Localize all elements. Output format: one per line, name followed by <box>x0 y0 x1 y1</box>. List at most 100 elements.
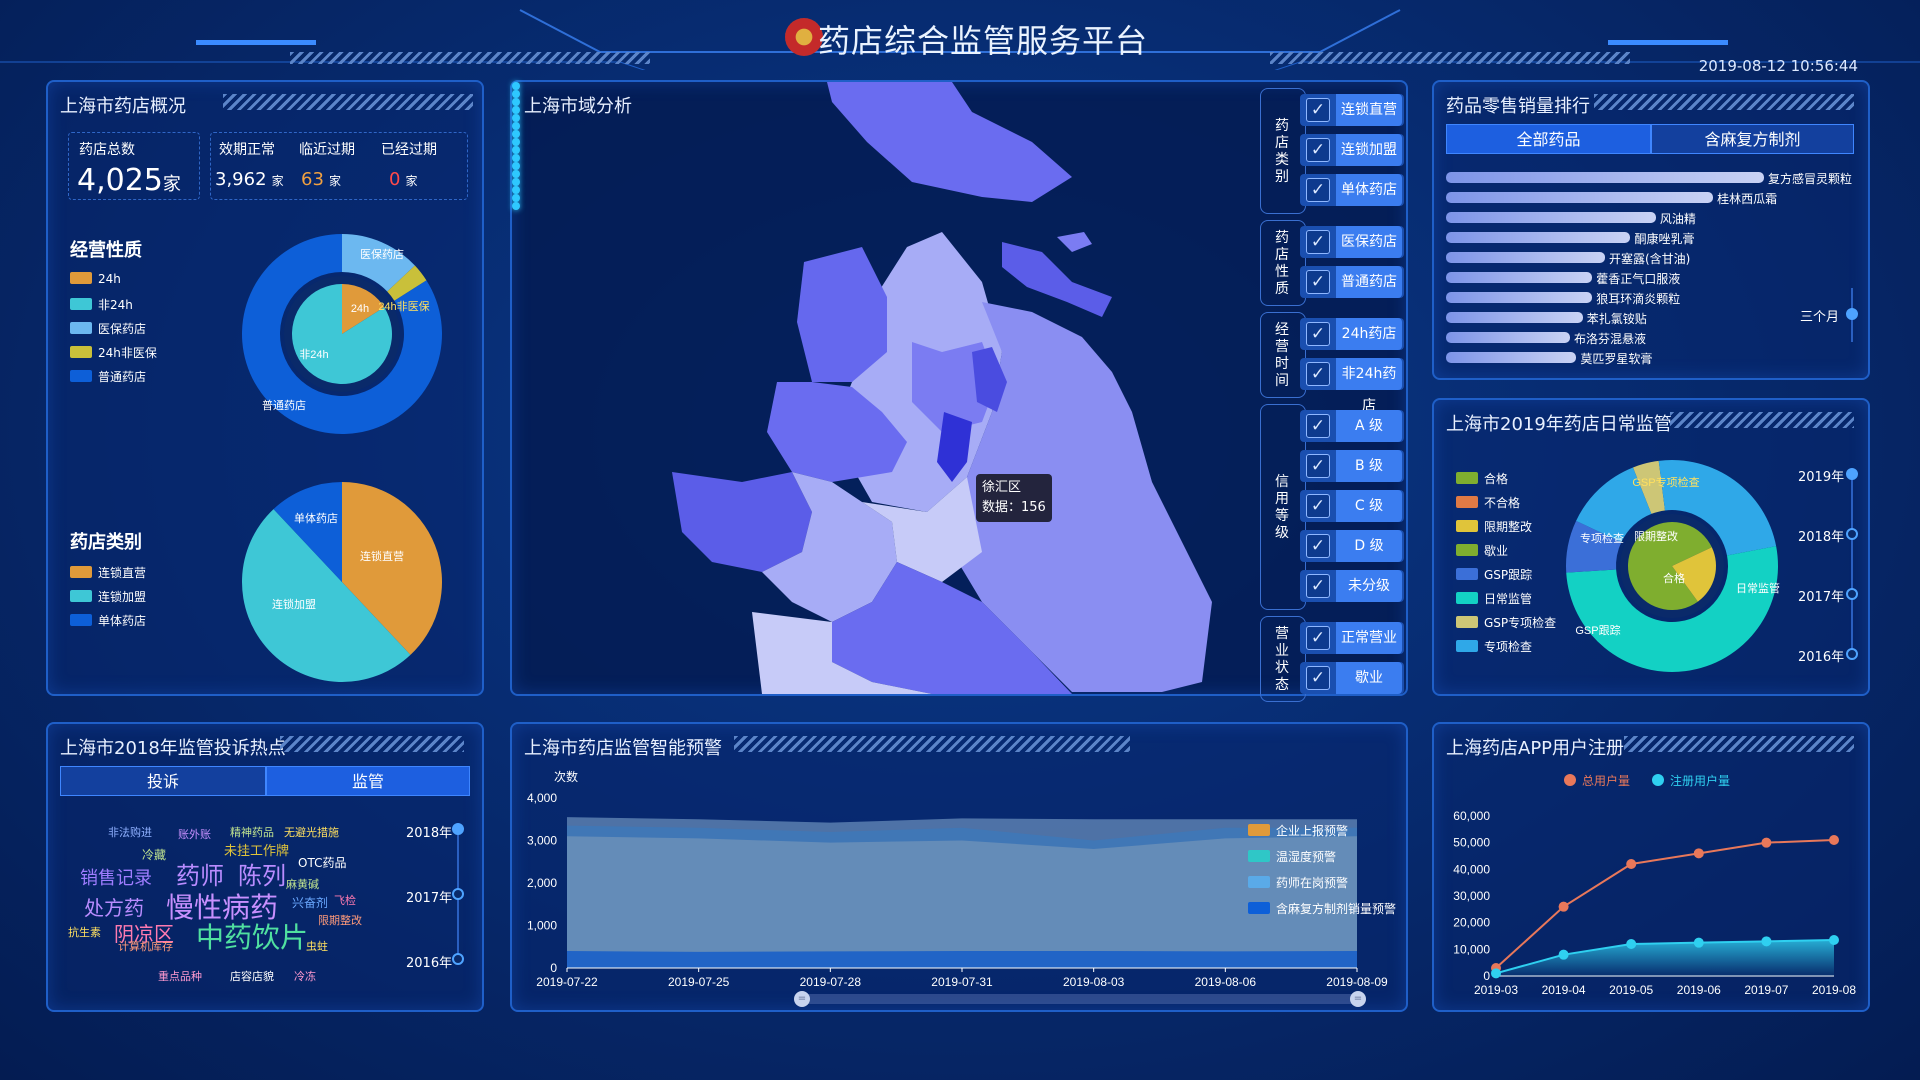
filter-checkbox[interactable]: ✓ A 级 <box>1300 410 1404 442</box>
x-tick-label: 2019-05 <box>1609 983 1653 997</box>
filter-checkbox-label: 正常营业 <box>1336 622 1402 654</box>
ranking-bar[interactable] <box>1446 292 1593 303</box>
zoom-slider-track[interactable] <box>800 994 1360 1004</box>
line-point[interactable] <box>1829 835 1839 845</box>
filter-checkbox[interactable]: ✓ D 级 <box>1300 530 1404 562</box>
line-point[interactable] <box>1829 935 1839 945</box>
map-region-chongming[interactable] <box>827 82 1072 202</box>
x-tick-label: 2019-07-31 <box>931 975 993 989</box>
area-series[interactable] <box>567 951 1357 968</box>
line-point[interactable] <box>1558 901 1569 912</box>
category-label-direct: 连锁直营 <box>360 549 404 563</box>
ranking-bar[interactable] <box>1446 272 1593 283</box>
tab-compound-drugs[interactable]: 含麻复方制剂 <box>1651 124 1854 154</box>
ranking-bar-label: 酮康唑乳膏 <box>1634 232 1695 246</box>
title-hatch <box>280 736 464 752</box>
filter-checkbox[interactable]: ✓ 医保药店 <box>1300 226 1404 258</box>
line-point[interactable] <box>1761 936 1772 947</box>
daily-label-pass: 合格 <box>1663 571 1685 585</box>
ranking-bar[interactable] <box>1446 232 1631 243</box>
filter-checkbox[interactable]: ✓ 未分级 <box>1300 570 1404 602</box>
word-cloud-term[interactable]: 限期整改 <box>318 912 362 928</box>
legend-item: 歇业 <box>1456 542 1508 559</box>
legend-swatch <box>1456 616 1478 628</box>
word-cloud-term[interactable]: 销售记录 <box>80 864 152 890</box>
line-point[interactable] <box>1491 968 1501 979</box>
timeline-year-dot[interactable] <box>1846 588 1858 600</box>
line-point[interactable] <box>1693 848 1704 859</box>
filter-checkbox[interactable]: ✓ 非24h药店 <box>1300 358 1404 414</box>
tab-all-drugs[interactable]: 全部药品 <box>1446 124 1651 154</box>
filter-checkbox[interactable]: ✓ 连锁直营 <box>1300 94 1404 126</box>
word-cloud-term[interactable]: 计算机库存 <box>118 938 173 954</box>
category-label-single: 单体药店 <box>294 511 338 525</box>
legend-item: 单体药店 <box>70 612 146 629</box>
legend-item: 普通药店 <box>70 368 146 385</box>
legend-item: 专项检查 <box>1456 638 1532 655</box>
word-cloud-term[interactable]: OTC药品 <box>298 854 346 871</box>
zoom-handle-left[interactable]: = <box>794 991 810 1007</box>
word-cloud-term[interactable]: 店容店貌 <box>230 968 274 984</box>
map-region-islet[interactable] <box>1057 232 1092 252</box>
legend-item: 企业上报预警 <box>1248 822 1348 839</box>
ranking-bar[interactable] <box>1446 192 1714 203</box>
filter-checkbox[interactable]: ✓ B 级 <box>1300 450 1404 482</box>
tab-supervision[interactable]: 监管 <box>266 766 470 796</box>
word-cloud-term[interactable]: 抗生素 <box>68 924 101 940</box>
timeline-year-dot[interactable] <box>452 823 464 835</box>
shanghai-map <box>672 82 1212 694</box>
filter-checkbox[interactable]: ✓ 歇业 <box>1300 662 1404 694</box>
line-point[interactable] <box>1693 937 1704 948</box>
line-point[interactable] <box>1761 837 1772 848</box>
daily-label-special: 专项检查 <box>1580 531 1624 545</box>
area-series[interactable] <box>567 836 1357 968</box>
word-cloud-term[interactable]: 冷冻 <box>294 968 316 984</box>
word-cloud-term[interactable]: 重点品种 <box>158 968 202 984</box>
ranking-bar[interactable] <box>1446 352 1577 363</box>
line-point[interactable] <box>1558 949 1569 960</box>
filter-checkbox-label: 连锁加盟 <box>1336 134 1402 166</box>
word-cloud-term[interactable]: 无避光措施 <box>284 824 339 840</box>
period-slider[interactable] <box>1846 308 1858 320</box>
ranking-bar[interactable] <box>1446 172 1764 183</box>
word-cloud-term[interactable]: 中药饮片 <box>196 916 308 956</box>
legend-swatch <box>1248 850 1270 862</box>
filter-group-label: 信用等级 <box>1275 474 1289 541</box>
filter-checkbox[interactable]: ✓ 单体药店 <box>1300 174 1404 206</box>
word-cloud-term[interactable]: 兴奋剂 <box>292 894 328 911</box>
y-tick-label: 50,000 <box>1453 836 1490 850</box>
filter-checkbox[interactable]: ✓ C 级 <box>1300 490 1404 522</box>
word-cloud-term[interactable]: 账外账 <box>178 826 211 842</box>
word-cloud-term[interactable]: 飞检 <box>334 892 356 908</box>
timeline-year-dot[interactable] <box>1846 528 1858 540</box>
timeline-year-dot[interactable] <box>1846 468 1858 480</box>
line-point[interactable] <box>1626 939 1637 949</box>
word-cloud-term[interactable]: 处方药 <box>84 892 144 921</box>
map-region-qingpu[interactable] <box>672 472 812 572</box>
word-cloud-term[interactable]: 非法购进 <box>108 824 152 840</box>
filter-checkbox[interactable]: ✓ 24h药店 <box>1300 318 1404 350</box>
filter-checkbox-label: C 级 <box>1336 490 1402 522</box>
filter-checkbox[interactable]: ✓ 普通药店 <box>1300 266 1404 298</box>
timeline-year-dot[interactable] <box>452 888 464 900</box>
ranking-bar[interactable] <box>1446 332 1571 343</box>
filter-group-label: 药店类别 <box>1275 118 1289 185</box>
word-cloud-term[interactable]: 虫蛀 <box>306 938 328 954</box>
legend-item: 连锁加盟 <box>70 588 146 605</box>
map-region-jiading[interactable] <box>797 247 887 382</box>
word-cloud-term[interactable]: 冷藏 <box>142 846 166 863</box>
ranking-bar[interactable] <box>1446 212 1656 223</box>
ranking-bar[interactable] <box>1446 312 1583 323</box>
word-cloud-term[interactable]: 麻黄碱 <box>286 876 319 892</box>
zoom-handle-right[interactable]: = <box>1350 991 1366 1007</box>
timeline-year-dot[interactable] <box>1846 648 1858 660</box>
word-cloud-term[interactable]: 精神药品 <box>230 824 274 840</box>
filter-checkbox[interactable]: ✓ 连锁加盟 <box>1300 134 1404 166</box>
map-region-island[interactable] <box>1002 242 1112 317</box>
tab-complaint[interactable]: 投诉 <box>60 766 266 796</box>
filter-checkbox[interactable]: ✓ 正常营业 <box>1300 622 1404 654</box>
line-point[interactable] <box>1626 859 1637 869</box>
ranking-bar[interactable] <box>1446 252 1605 263</box>
timeline-year-dot[interactable] <box>452 953 464 965</box>
legend-swatch <box>70 346 92 358</box>
